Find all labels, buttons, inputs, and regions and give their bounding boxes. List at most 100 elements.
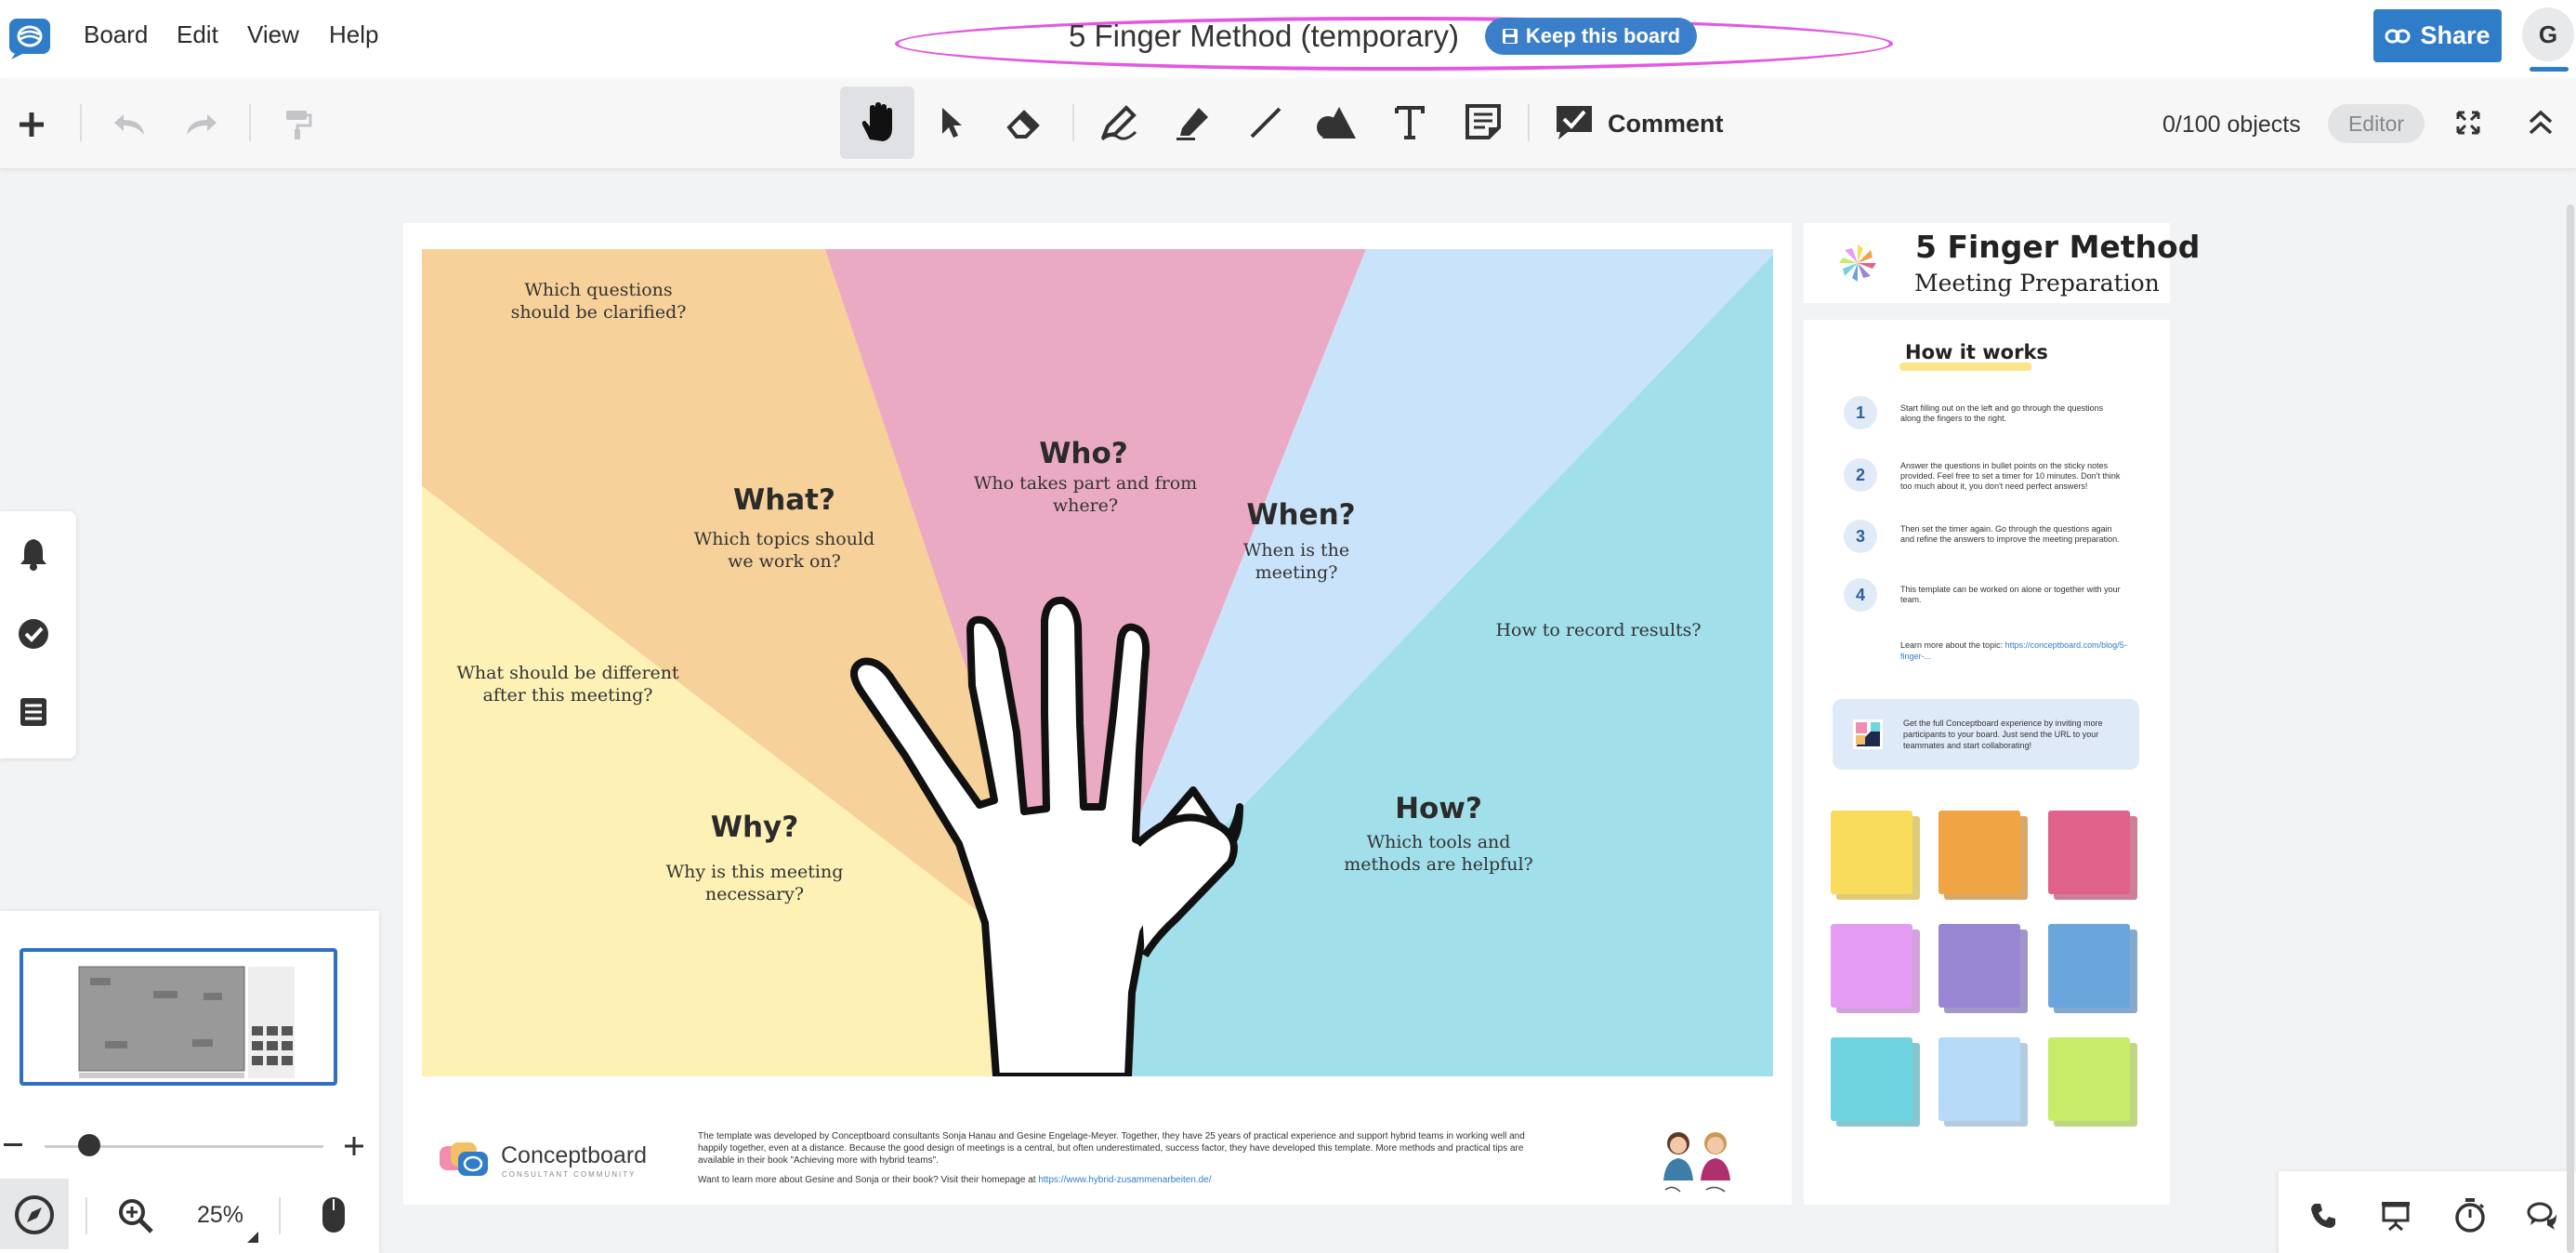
pen-icon[interactable]: [1097, 100, 1141, 145]
menu-view[interactable]: View: [247, 20, 299, 49]
sticky-note-template[interactable]: [2048, 811, 2137, 900]
keep-board-label: Keep this board: [1525, 24, 1681, 47]
board-title[interactable]: 5 Finger Method (temporary): [1069, 19, 1459, 54]
sticky-note-face: [2048, 1037, 2130, 1121]
sticky-note-template[interactable]: [1939, 924, 2028, 1013]
sticky-note-face: [1831, 811, 1912, 894]
zoom-slider-handle[interactable]: [78, 1134, 100, 1156]
avatar-underline: [2530, 67, 2569, 72]
text-icon[interactable]: [1388, 99, 1431, 145]
sticky-note-template[interactable]: [2048, 924, 2137, 1013]
zoom-in-icon[interactable]: [115, 1195, 156, 1236]
share-button[interactable]: Share: [2373, 9, 2502, 62]
sticky-note-template[interactable]: [2048, 1037, 2137, 1127]
question-clarified[interactable]: Which questions should be clarified?: [487, 279, 710, 323]
toolbar-separator: [1528, 104, 1530, 141]
sticky-note-face: [1939, 1037, 2020, 1121]
sticky-note-face: [2048, 924, 2130, 1008]
menu-help[interactable]: Help: [329, 20, 378, 49]
who-subtext-text: Who takes part and from where?: [973, 473, 1198, 516]
collapse-icon[interactable]: [2524, 104, 2557, 141]
vertical-scrollbar[interactable]: [2567, 204, 2574, 1253]
presentation-icon[interactable]: [2377, 1197, 2414, 1234]
footer-homepage: Want to learn more about Gesine and Sonj…: [698, 1175, 1212, 1185]
compass-icon[interactable]: [13, 1194, 56, 1236]
hand-icon[interactable]: [849, 97, 905, 149]
what-subtext: Which topics should we work on?: [673, 528, 896, 573]
role-badge: Editor: [2328, 104, 2425, 143]
zoom-dropdown-icon[interactable]: [245, 1231, 260, 1244]
line-icon[interactable]: [1243, 100, 1288, 145]
what-subtext-text: Which topics should we work on?: [693, 529, 875, 572]
redo-icon[interactable]: [178, 106, 223, 143]
zoom-minus-icon[interactable]: [2, 1134, 24, 1156]
user-avatar[interactable]: G: [2522, 7, 2574, 61]
when-subtext-text: When is the meeting?: [1242, 540, 1350, 583]
list-icon[interactable]: [15, 693, 52, 731]
eraser-icon[interactable]: [1002, 102, 1046, 143]
timer-icon[interactable]: [2451, 1195, 2489, 1234]
objects-count: 0/100 objects: [2162, 112, 2301, 138]
how-it-works-heading: How it works: [1905, 341, 2048, 363]
sticky-note-template[interactable]: [1939, 811, 2028, 900]
pinwheel-logo-icon: [1834, 240, 1881, 286]
checkmark-icon[interactable]: [15, 615, 52, 653]
toolbar-separator: [1072, 104, 1074, 141]
minimap-viewport[interactable]: [20, 948, 337, 1086]
fullscreen-icon[interactable]: [2453, 106, 2483, 139]
format-painter-icon[interactable]: [279, 106, 316, 143]
zoom-level[interactable]: 25%: [197, 1202, 243, 1229]
mouse-icon[interactable]: [314, 1192, 353, 1238]
conceptboard-logo-icon[interactable]: [7, 17, 54, 61]
promo-text: Get the full Conceptboard experience by …: [1903, 719, 2103, 750]
brand-name: Conceptboard: [501, 1142, 648, 1168]
save-icon: [1502, 29, 1518, 44]
question-clarified-text: Which questions should be clarified?: [510, 280, 687, 323]
conceptboard-brand-icon: [437, 1140, 493, 1182]
different-question-text: What should be different after this meet…: [456, 663, 679, 706]
sticky-note-face: [1939, 811, 2020, 894]
promo-icon: [1851, 718, 1885, 751]
toolbar-separator: [249, 104, 251, 141]
learn-more-text: Learn more about the topic:: [1900, 640, 2005, 650]
shapes-icon[interactable]: [1312, 99, 1360, 145]
who-heading: Who?: [1039, 437, 1128, 470]
what-heading: What?: [733, 483, 835, 517]
step-text: Start filling out on the left and go thr…: [1900, 403, 2104, 423]
how-subtext-text: Which tools and methods are helpful?: [1344, 832, 1533, 875]
select-arrow-icon[interactable]: [933, 100, 970, 145]
why-subtext: Why is this meeting necessary?: [647, 861, 862, 905]
brand-subtitle: CONSULTANT COMMUNITY: [502, 1170, 637, 1179]
sticky-note-template[interactable]: [1939, 1037, 2028, 1127]
nav-separator: [85, 1197, 87, 1234]
menu-board[interactable]: Board: [84, 20, 148, 49]
zoom-plus-icon[interactable]: [342, 1134, 366, 1158]
different-question: What should be different after this meet…: [455, 662, 680, 706]
learn-more: Learn more about the topic: https://conc…: [1900, 640, 2133, 662]
sticky-note-icon[interactable]: [1461, 99, 1505, 145]
sticky-note-face: [2048, 811, 2130, 894]
phone-icon[interactable]: [2307, 1199, 2340, 1233]
add-icon[interactable]: [13, 106, 50, 143]
chat-icon[interactable]: [2524, 1197, 2561, 1234]
sticky-note-template[interactable]: [1831, 1037, 1920, 1127]
how-subtext: Which tools and methods are helpful?: [1329, 831, 1548, 876]
undo-icon[interactable]: [108, 106, 152, 143]
bell-icon[interactable]: [15, 535, 52, 573]
sticky-note-template[interactable]: [1831, 811, 1920, 900]
step-number: 1: [1844, 396, 1877, 429]
step-text: Answer the questions in bullet points on…: [1900, 461, 2121, 491]
footer-description: The template was developed by Conceptboa…: [698, 1131, 1525, 1166]
comment-icon[interactable]: [1552, 100, 1597, 145]
keep-board-button[interactable]: Keep this board: [1485, 18, 1697, 55]
step-number: 2: [1844, 458, 1877, 492]
footer-homepage-link[interactable]: https://www.hybrid-zusammenarbeiten.de/: [1038, 1175, 1211, 1185]
sticky-note-template[interactable]: [1831, 924, 1920, 1013]
comment-label[interactable]: Comment: [1608, 110, 1724, 138]
toolbar-separator: [80, 104, 82, 141]
menu-edit[interactable]: Edit: [177, 20, 218, 49]
share-label: Share: [2420, 21, 2491, 49]
authors-illustration: [1654, 1123, 1743, 1199]
step-text: Then set the timer again. Go through the…: [1900, 524, 2120, 544]
highlighter-icon[interactable]: [1171, 100, 1216, 145]
